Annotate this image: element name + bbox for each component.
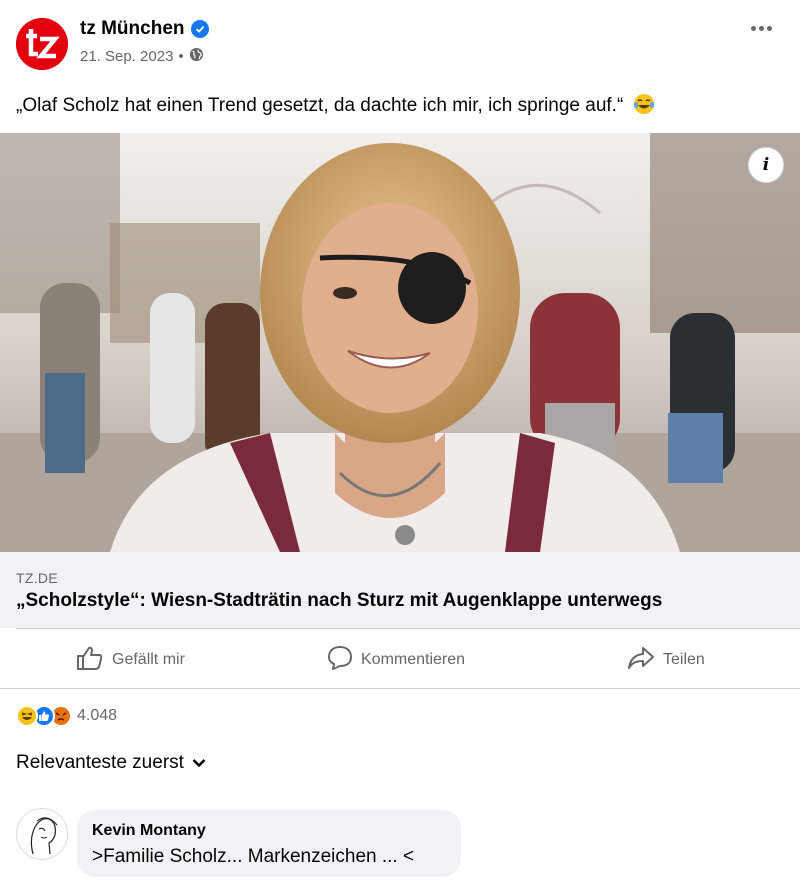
link-preview[interactable]: TZ.DE „Scholzstyle“: Wiesn-Stadträtin na… xyxy=(0,552,800,628)
info-icon[interactable]: i xyxy=(748,147,784,183)
link-domain: TZ.DE xyxy=(16,570,58,586)
share-arrow-icon xyxy=(627,645,655,676)
verified-badge-icon xyxy=(190,20,209,38)
comment-label: Kommentieren xyxy=(361,651,466,668)
comment-text: >Familie Scholz... Markenzeichen ... < xyxy=(92,846,415,867)
comment-author[interactable]: Kevin Montany xyxy=(92,822,206,840)
page-name-label[interactable]: tz München xyxy=(80,18,185,40)
share-label: Teilen xyxy=(663,651,705,668)
post-header: tz München 21. Sep. 2023 • xyxy=(0,0,800,88)
chevron-down-icon xyxy=(192,752,206,774)
like-label: Gefällt mir xyxy=(112,651,185,668)
sort-label: Relevanteste zuerst xyxy=(16,752,184,773)
reaction-summary[interactable]: 4.048 xyxy=(16,702,117,730)
like-button[interactable]: Gefällt mir xyxy=(76,633,185,687)
meta-separator: • xyxy=(178,48,184,65)
laughing-tears-emoji-icon xyxy=(633,93,655,123)
tz-logo-icon[interactable] xyxy=(16,18,68,70)
thumbs-up-icon xyxy=(76,645,104,676)
post-meta: 21. Sep. 2023 • xyxy=(80,47,204,66)
divider-bottom xyxy=(0,688,800,689)
post-text: „Olaf Scholz hat einen Trend gesetzt, da… xyxy=(16,93,786,123)
link-title[interactable]: „Scholzstyle“: Wiesn-Stadträtin nach Stu… xyxy=(16,590,662,612)
action-bar: Gefällt mir Kommentieren Teilen xyxy=(0,633,800,687)
comment-bubble-icon xyxy=(327,645,353,676)
more-options-button[interactable] xyxy=(746,18,776,38)
globe-icon xyxy=(189,47,204,66)
share-button[interactable]: Teilen xyxy=(627,633,705,687)
haha-reaction-icon xyxy=(16,705,38,727)
post-photo[interactable] xyxy=(0,133,800,552)
post-text-content: „Olaf Scholz hat einen Trend gesetzt, da… xyxy=(16,95,624,116)
page-name[interactable]: tz München xyxy=(80,18,209,40)
divider-top xyxy=(16,628,800,629)
comment-sort-dropdown[interactable]: Relevanteste zuerst xyxy=(16,752,206,774)
reaction-count: 4.048 xyxy=(77,707,118,724)
comment-button[interactable]: Kommentieren xyxy=(327,633,465,687)
avatar[interactable] xyxy=(16,808,68,860)
post-date[interactable]: 21. Sep. 2023 xyxy=(80,48,173,65)
comment-bubble: Kevin Montany >Familie Scholz... Markenz… xyxy=(77,810,461,877)
